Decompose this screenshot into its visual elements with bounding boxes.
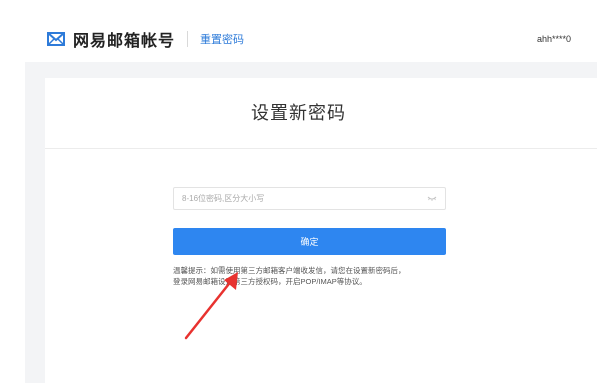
password-field[interactable] (173, 187, 446, 210)
reset-password-link[interactable]: 重置密码 (200, 31, 244, 47)
header: 网易邮箱帐号 重置密码 ahh****0 (0, 0, 597, 62)
page-title: 设置新密码 (251, 103, 346, 123)
red-arrow (184, 272, 238, 340)
eye-closed-icon[interactable] (427, 194, 437, 202)
header-divider (187, 31, 189, 47)
confirm-button[interactable]: 确定 (173, 228, 446, 255)
brand: 网易邮箱帐号 重置密码 (47, 29, 244, 50)
card-divider (45, 148, 597, 149)
envelope-icon (47, 32, 65, 46)
account-name[interactable]: ahh****0 (537, 34, 597, 44)
brand-title: 网易邮箱帐号 (73, 33, 176, 50)
new-password-input[interactable] (174, 188, 422, 209)
